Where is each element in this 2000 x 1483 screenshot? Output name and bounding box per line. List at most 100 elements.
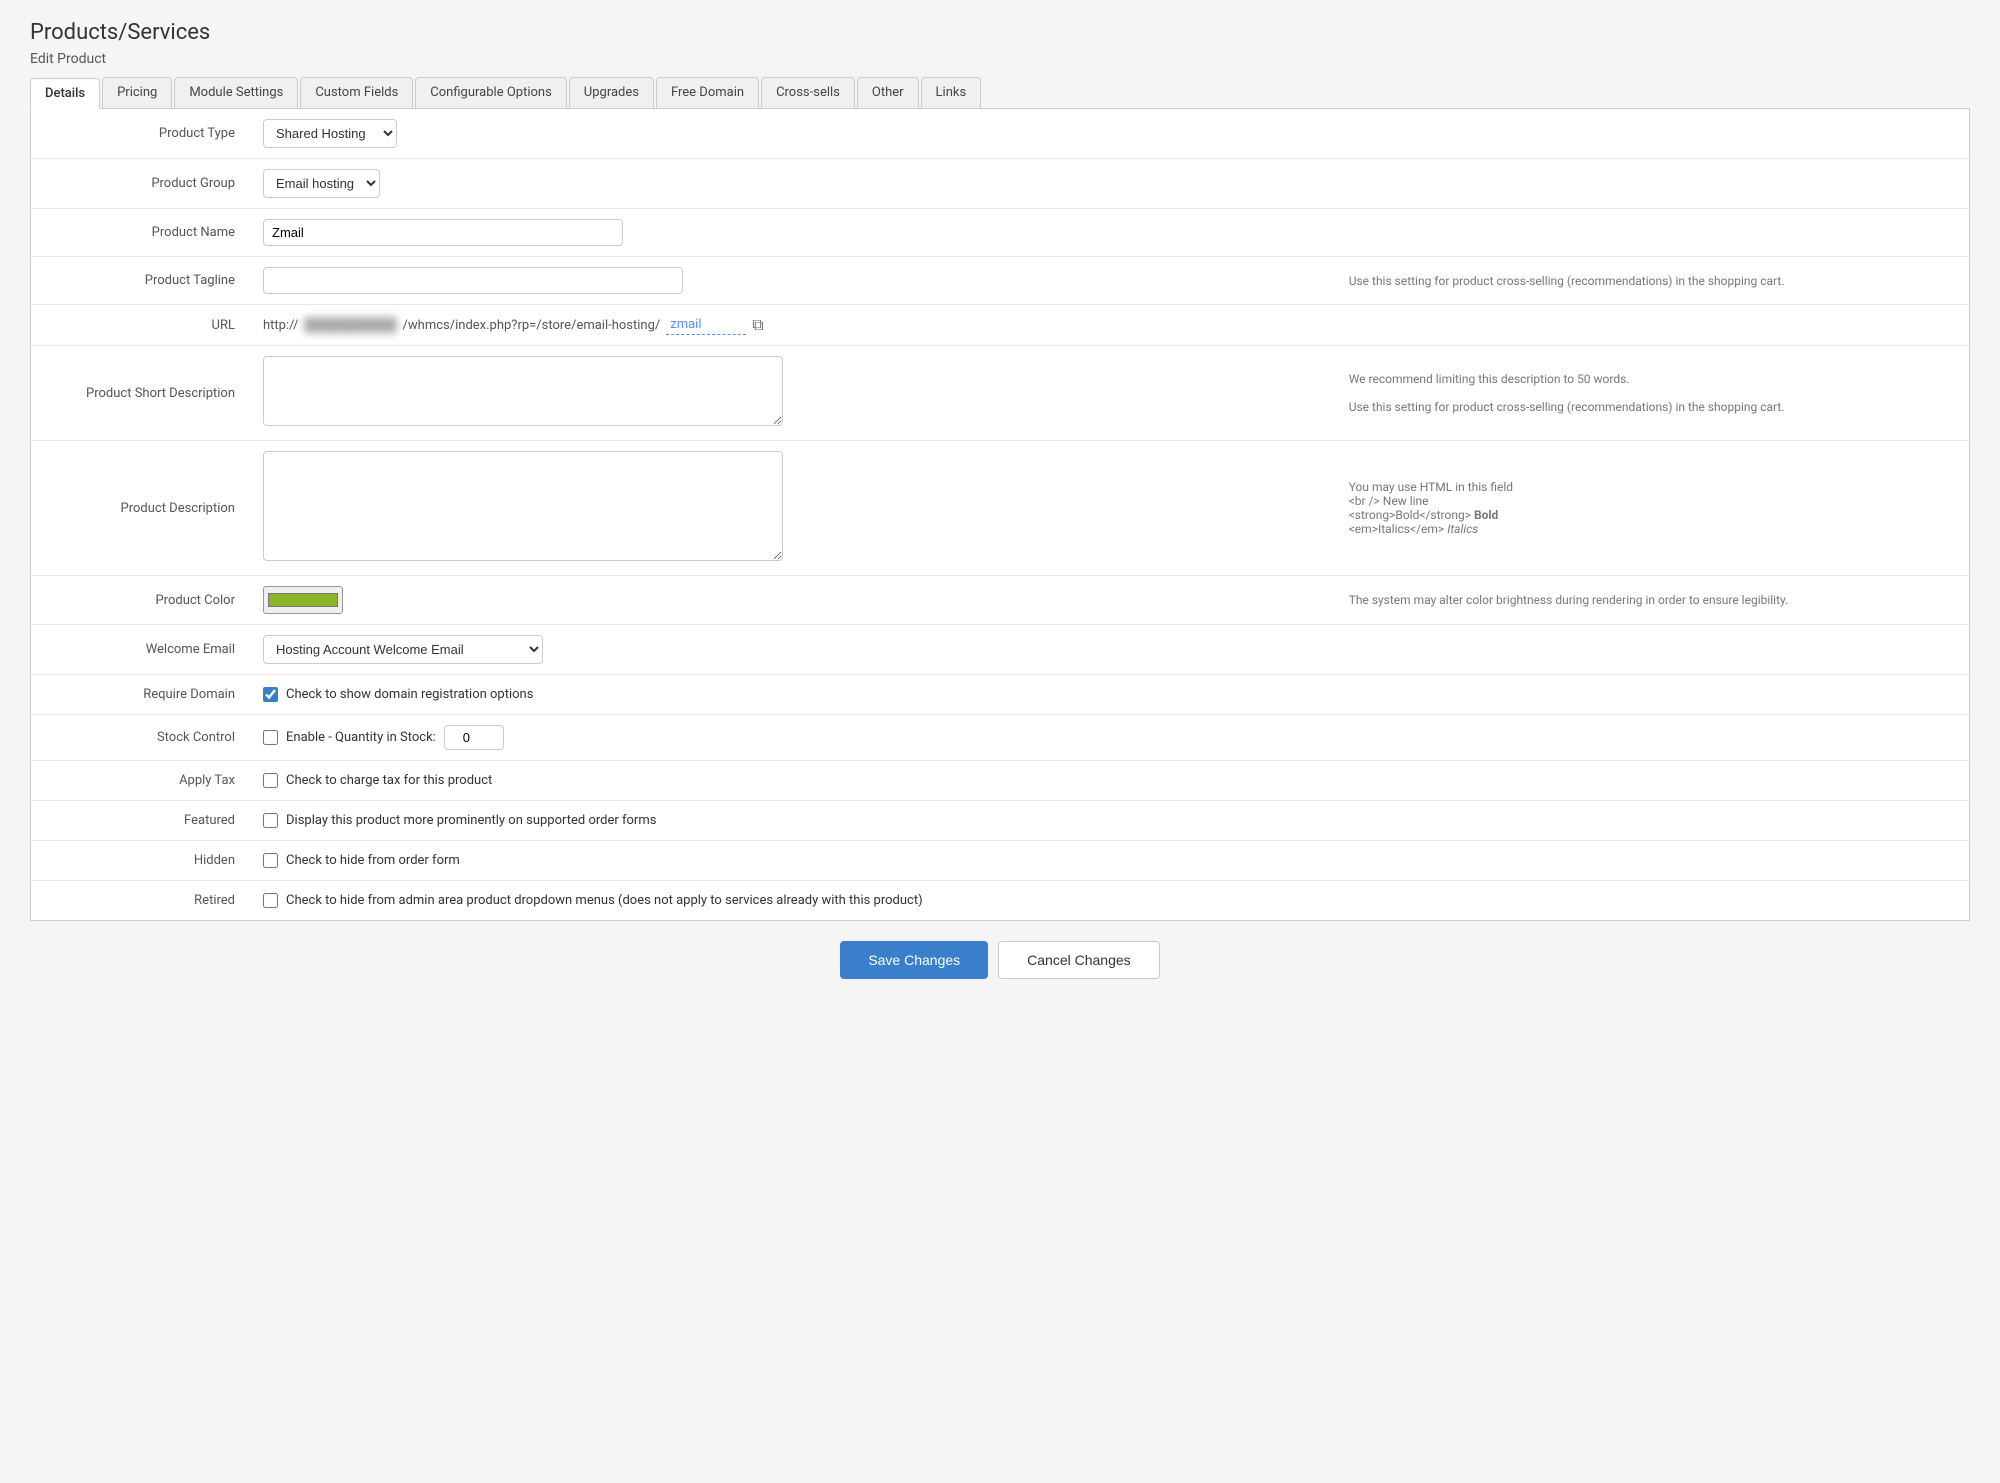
welcome-email-row: Welcome Email Hosting Account Welcome Em…	[31, 625, 1969, 675]
apply-tax-label: Apply Tax	[31, 761, 251, 801]
featured-label: Featured	[31, 801, 251, 841]
apply-tax-cell: Check to charge tax for this product	[251, 761, 1333, 801]
product-group-label: Product Group	[31, 159, 251, 209]
featured-text: Display this product more prominently on…	[286, 813, 656, 828]
welcome-email-select[interactable]: Hosting Account Welcome Email None Defau…	[263, 635, 543, 664]
short-desc-cell	[251, 346, 1333, 441]
stock-control-text: Enable - Quantity in Stock:	[286, 730, 436, 745]
url-slug-input[interactable]: zmail	[666, 315, 746, 335]
stock-control-container: Enable - Quantity in Stock:	[263, 725, 1321, 750]
welcome-email-label: Welcome Email	[31, 625, 251, 675]
product-color-input[interactable]	[263, 586, 343, 614]
product-tagline-input[interactable]	[263, 267, 683, 294]
featured-checkbox[interactable]	[263, 813, 278, 828]
product-desc-cell	[251, 441, 1333, 576]
stock-qty-input[interactable]	[444, 725, 504, 750]
short-desc-label: Product Short Description	[31, 346, 251, 441]
details-panel: Product Type Shared Hosting Reseller Hos…	[30, 109, 1970, 921]
require-domain-label: Require Domain	[31, 675, 251, 715]
require-domain-cell: Check to show domain registration option…	[251, 675, 1333, 715]
page-subtitle: Edit Product	[30, 51, 1970, 67]
product-tagline-row: Product Tagline Use this setting for pro…	[31, 257, 1969, 305]
welcome-email-cell: Hosting Account Welcome Email None Defau…	[251, 625, 1333, 675]
hidden-text: Check to hide from order form	[286, 853, 460, 868]
url-prefix: http://	[263, 318, 298, 333]
product-desc-help1: You may use HTML in this field	[1349, 480, 1513, 494]
save-button[interactable]: Save Changes	[840, 941, 988, 979]
short-desc-help: We recommend limiting this description t…	[1333, 346, 1969, 441]
cancel-button[interactable]: Cancel Changes	[998, 941, 1160, 979]
tabs-bar: Details Pricing Module Settings Custom F…	[30, 77, 1970, 109]
featured-row: Featured Display this product more promi…	[31, 801, 1969, 841]
product-type-row: Product Type Shared Hosting Reseller Hos…	[31, 109, 1969, 159]
tab-pricing[interactable]: Pricing	[102, 77, 172, 108]
product-desc-help3: <strong>Bold</strong> Bold	[1349, 508, 1499, 522]
retired-text: Check to hide from admin area product dr…	[286, 893, 923, 908]
product-group-cell: Email hosting Web Hosting VPS Hosting	[251, 159, 1333, 209]
hidden-checkbox[interactable]	[263, 853, 278, 868]
product-type-label: Product Type	[31, 109, 251, 159]
apply-tax-text: Check to charge tax for this product	[286, 773, 492, 788]
url-label: URL	[31, 305, 251, 346]
short-desc-row: Product Short Description We recommend l…	[31, 346, 1969, 441]
product-desc-help2: <br /> New line	[1349, 494, 1429, 508]
require-domain-text: Check to show domain registration option…	[286, 687, 533, 702]
retired-checkbox-label[interactable]: Check to hide from admin area product dr…	[263, 893, 1957, 908]
page-title: Products/Services	[30, 20, 1970, 45]
product-name-input[interactable]	[263, 219, 623, 246]
tab-other[interactable]: Other	[857, 77, 919, 108]
tab-custom-fields[interactable]: Custom Fields	[300, 77, 413, 108]
featured-checkbox-label[interactable]: Display this product more prominently on…	[263, 813, 1321, 828]
stock-control-cell: Enable - Quantity in Stock:	[251, 715, 1333, 761]
product-tagline-cell	[251, 257, 1333, 305]
hidden-label: Hidden	[31, 841, 251, 881]
url-container: http:// ██████████ /whmcs/index.php?rp=/…	[263, 315, 1321, 335]
apply-tax-row: Apply Tax Check to charge tax for this p…	[31, 761, 1969, 801]
url-path: /whmcs/index.php?rp=/store/email-hosting…	[403, 318, 661, 333]
require-domain-checkbox-label[interactable]: Check to show domain registration option…	[263, 687, 1321, 702]
tab-upgrades[interactable]: Upgrades	[569, 77, 654, 108]
product-group-row: Product Group Email hosting Web Hosting …	[31, 159, 1969, 209]
apply-tax-checkbox-label[interactable]: Check to charge tax for this product	[263, 773, 1321, 788]
form-table: Product Type Shared Hosting Reseller Hos…	[31, 109, 1969, 920]
product-name-cell	[251, 209, 1333, 257]
tab-free-domain[interactable]: Free Domain	[656, 77, 759, 108]
product-color-label: Product Color	[31, 576, 251, 625]
tab-links[interactable]: Links	[921, 77, 982, 108]
retired-label: Retired	[31, 881, 251, 921]
product-color-help: The system may alter color brightness du…	[1333, 576, 1969, 625]
hidden-cell: Check to hide from order form	[251, 841, 1333, 881]
copy-url-icon[interactable]: ⧉	[752, 315, 763, 335]
product-color-cell	[251, 576, 1333, 625]
short-desc-help2: Use this setting for product cross-selli…	[1349, 400, 1785, 414]
short-desc-help1: We recommend limiting this description t…	[1349, 372, 1630, 386]
stock-control-row: Stock Control Enable - Quantity in Stock…	[31, 715, 1969, 761]
retired-checkbox[interactable]	[263, 893, 278, 908]
require-domain-row: Require Domain Check to show domain regi…	[31, 675, 1969, 715]
stock-control-label: Stock Control	[31, 715, 251, 761]
tab-module-settings[interactable]: Module Settings	[174, 77, 298, 108]
tab-configurable-options[interactable]: Configurable Options	[415, 77, 567, 108]
hidden-row: Hidden Check to hide from order form	[31, 841, 1969, 881]
tab-details[interactable]: Details	[30, 78, 100, 109]
product-tagline-label: Product Tagline	[31, 257, 251, 305]
product-name-label: Product Name	[31, 209, 251, 257]
url-cell: http:// ██████████ /whmcs/index.php?rp=/…	[251, 305, 1333, 346]
stock-control-checkbox[interactable]	[263, 730, 278, 745]
product-group-select[interactable]: Email hosting Web Hosting VPS Hosting	[263, 169, 380, 198]
short-desc-textarea[interactable]	[263, 356, 783, 426]
require-domain-checkbox[interactable]	[263, 687, 278, 702]
retired-cell: Check to hide from admin area product dr…	[251, 881, 1969, 921]
apply-tax-checkbox[interactable]	[263, 773, 278, 788]
product-desc-textarea[interactable]	[263, 451, 783, 561]
featured-cell: Display this product more prominently on…	[251, 801, 1333, 841]
product-tagline-help: Use this setting for product cross-selli…	[1333, 257, 1969, 305]
product-name-row: Product Name	[31, 209, 1969, 257]
hidden-checkbox-label[interactable]: Check to hide from order form	[263, 853, 1321, 868]
product-desc-help4: <em>Italics</em> Italics	[1349, 522, 1479, 536]
retired-row: Retired Check to hide from admin area pr…	[31, 881, 1969, 921]
product-desc-label: Product Description	[31, 441, 251, 576]
product-color-row: Product Color The system may alter color…	[31, 576, 1969, 625]
tab-cross-sells[interactable]: Cross-sells	[761, 77, 855, 108]
product-type-select[interactable]: Shared Hosting Reseller Hosting Server/V…	[263, 119, 397, 148]
